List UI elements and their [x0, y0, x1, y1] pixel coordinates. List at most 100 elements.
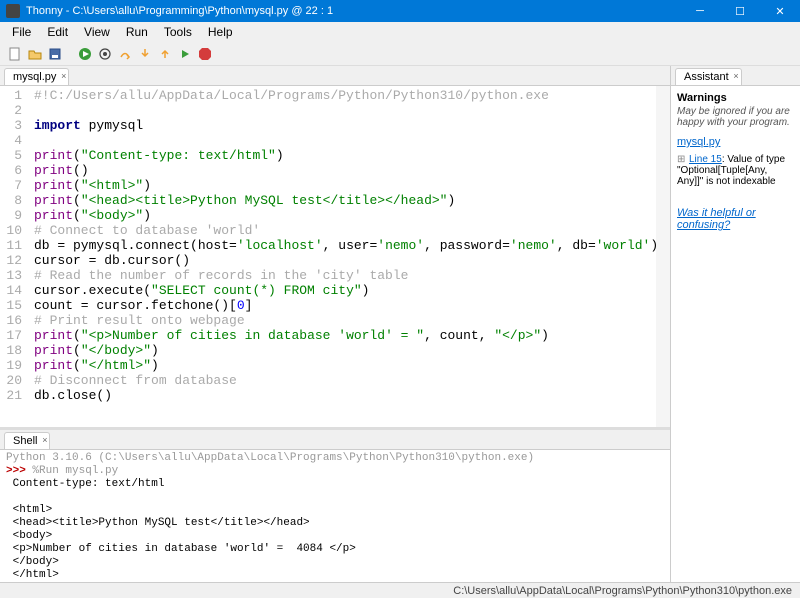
minimize-button[interactable]: ─ [680, 0, 720, 22]
run-button[interactable] [76, 45, 94, 63]
code-line[interactable]: cursor = db.cursor() [34, 253, 666, 268]
step-over-button[interactable] [116, 45, 134, 63]
step-out-button[interactable] [156, 45, 174, 63]
line-number: 1 [4, 88, 22, 103]
line-number: 20 [4, 373, 22, 388]
menubar: File Edit View Run Tools Help [0, 22, 800, 42]
line-number: 3 [4, 118, 22, 133]
menu-file[interactable]: File [4, 23, 39, 41]
assistant-tab[interactable]: Assistant × [675, 68, 742, 85]
code-line[interactable]: # Connect to database 'world' [34, 223, 666, 238]
warning-line-link[interactable]: Line 15 [689, 154, 722, 165]
line-number: 15 [4, 298, 22, 313]
titlebar: Thonny - C:\Users\allu\Programming\Pytho… [0, 0, 800, 22]
window-controls: ─ ☐ ✕ [680, 0, 800, 22]
menu-help[interactable]: Help [200, 23, 241, 41]
editor-scrollbar[interactable] [656, 86, 670, 427]
shell-pane: Shell × Python 3.10.6 (C:\Users\allu\AppD… [0, 427, 670, 582]
code-line[interactable]: print() [34, 163, 666, 178]
statusbar: C:\Users\allu\AppData\Local\Programs\Pyt… [0, 582, 800, 598]
line-number: 17 [4, 328, 22, 343]
menu-tools[interactable]: Tools [156, 23, 200, 41]
window-title: Thonny - C:\Users\allu\Programming\Pytho… [26, 5, 680, 17]
stop-button[interactable] [196, 45, 214, 63]
code-editor[interactable]: 123456789101112131415161718192021 #!C:/U… [0, 86, 670, 427]
assistant-pane: Assistant × Warnings May be ignored if yo… [670, 66, 800, 582]
shell-prompt: >>> [6, 465, 26, 477]
save-file-button[interactable] [46, 45, 64, 63]
code-line[interactable] [34, 103, 666, 118]
code-line[interactable]: print("<body>") [34, 208, 666, 223]
line-number: 10 [4, 223, 22, 238]
app-icon [6, 4, 20, 18]
feedback-link[interactable]: Was it helpful or confusing? [677, 207, 756, 231]
code-line[interactable]: # Disconnect from database [34, 373, 666, 388]
open-file-button[interactable] [26, 45, 44, 63]
code-line[interactable]: print("Content-type: text/html") [34, 148, 666, 163]
menu-edit[interactable]: Edit [39, 23, 76, 41]
toolbar [0, 42, 800, 66]
editor-tabstrip: mysql.py × [0, 66, 670, 86]
debug-button[interactable] [96, 45, 114, 63]
code-line[interactable]: cursor.execute("SELECT count(*) FROM cit… [34, 283, 666, 298]
assistant-tabstrip: Assistant × [671, 66, 800, 86]
close-assistant-icon[interactable]: × [733, 71, 738, 81]
line-number: 2 [4, 103, 22, 118]
warning-item: ⊞Line 15: Value of type "Optional[Tuple[… [677, 154, 794, 187]
close-tab-icon[interactable]: × [61, 71, 66, 81]
line-number: 12 [4, 253, 22, 268]
line-number: 4 [4, 133, 22, 148]
shell-content[interactable]: Python 3.10.6 (C:\Users\allu\AppData\Loc… [0, 450, 670, 582]
line-number-gutter: 123456789101112131415161718192021 [0, 86, 30, 427]
code-line[interactable]: print("<html>") [34, 178, 666, 193]
assistant-file-link[interactable]: mysql.py [677, 136, 720, 148]
line-number: 21 [4, 388, 22, 403]
code-line[interactable]: #!C:/Users/allu/AppData/Local/Programs/P… [34, 88, 666, 103]
menu-view[interactable]: View [76, 23, 118, 41]
code-line[interactable]: db = pymysql.connect(host='localhost', u… [34, 238, 666, 253]
maximize-button[interactable]: ☐ [720, 0, 760, 22]
code-line[interactable]: print("</body>") [34, 343, 666, 358]
shell-tab-label: Shell [13, 435, 37, 447]
line-number: 19 [4, 358, 22, 373]
code-line[interactable]: count = cursor.fetchone()[0] [34, 298, 666, 313]
line-number: 8 [4, 193, 22, 208]
interpreter-path[interactable]: C:\Users\allu\AppData\Local\Programs\Pyt… [453, 585, 792, 597]
code-area[interactable]: #!C:/Users/allu/AppData/Local/Programs/P… [30, 86, 670, 427]
line-number: 9 [4, 208, 22, 223]
close-button[interactable]: ✕ [760, 0, 800, 22]
code-line[interactable]: # Read the number of records in the 'cit… [34, 268, 666, 283]
code-line[interactable] [34, 133, 666, 148]
line-number: 14 [4, 283, 22, 298]
line-number: 18 [4, 343, 22, 358]
expand-icon[interactable]: ⊞ [677, 154, 686, 165]
line-number: 6 [4, 163, 22, 178]
shell-command: %Run mysql.py [32, 465, 118, 477]
shell-header: Python 3.10.6 (C:\Users\allu\AppData\Loc… [6, 452, 534, 464]
code-line[interactable]: print("</html>") [34, 358, 666, 373]
editor-tab-label: mysql.py [13, 71, 56, 83]
left-column: mysql.py× 123456789101112131415161718192… [0, 66, 670, 582]
code-line[interactable]: import pymysql [34, 118, 666, 133]
assistant-body: Warnings May be ignored if you are happy… [671, 86, 800, 582]
code-line[interactable]: # Print result onto webpage [34, 313, 666, 328]
code-line[interactable]: print("<head><title>Python MySQL test</t… [34, 193, 666, 208]
line-number: 7 [4, 178, 22, 193]
code-line[interactable]: print("<p>Number of cities in database '… [34, 328, 666, 343]
menu-run[interactable]: Run [118, 23, 156, 41]
line-number: 13 [4, 268, 22, 283]
step-into-button[interactable] [136, 45, 154, 63]
line-number: 11 [4, 238, 22, 253]
editor-tab[interactable]: mysql.py × [4, 68, 69, 85]
code-line[interactable]: db.close() [34, 388, 666, 403]
line-number: 5 [4, 148, 22, 163]
line-number: 16 [4, 313, 22, 328]
assistant-tab-label: Assistant [684, 71, 729, 83]
warnings-subtext: May be ignored if you are happy with you… [677, 106, 794, 128]
shell-tabstrip: Shell × [0, 430, 670, 450]
close-shell-icon[interactable]: × [42, 435, 47, 445]
shell-output: Content-type: text/html <html> <head><ti… [6, 478, 356, 581]
resume-button[interactable] [176, 45, 194, 63]
new-file-button[interactable] [6, 45, 24, 63]
shell-tab[interactable]: Shell × [4, 432, 50, 449]
